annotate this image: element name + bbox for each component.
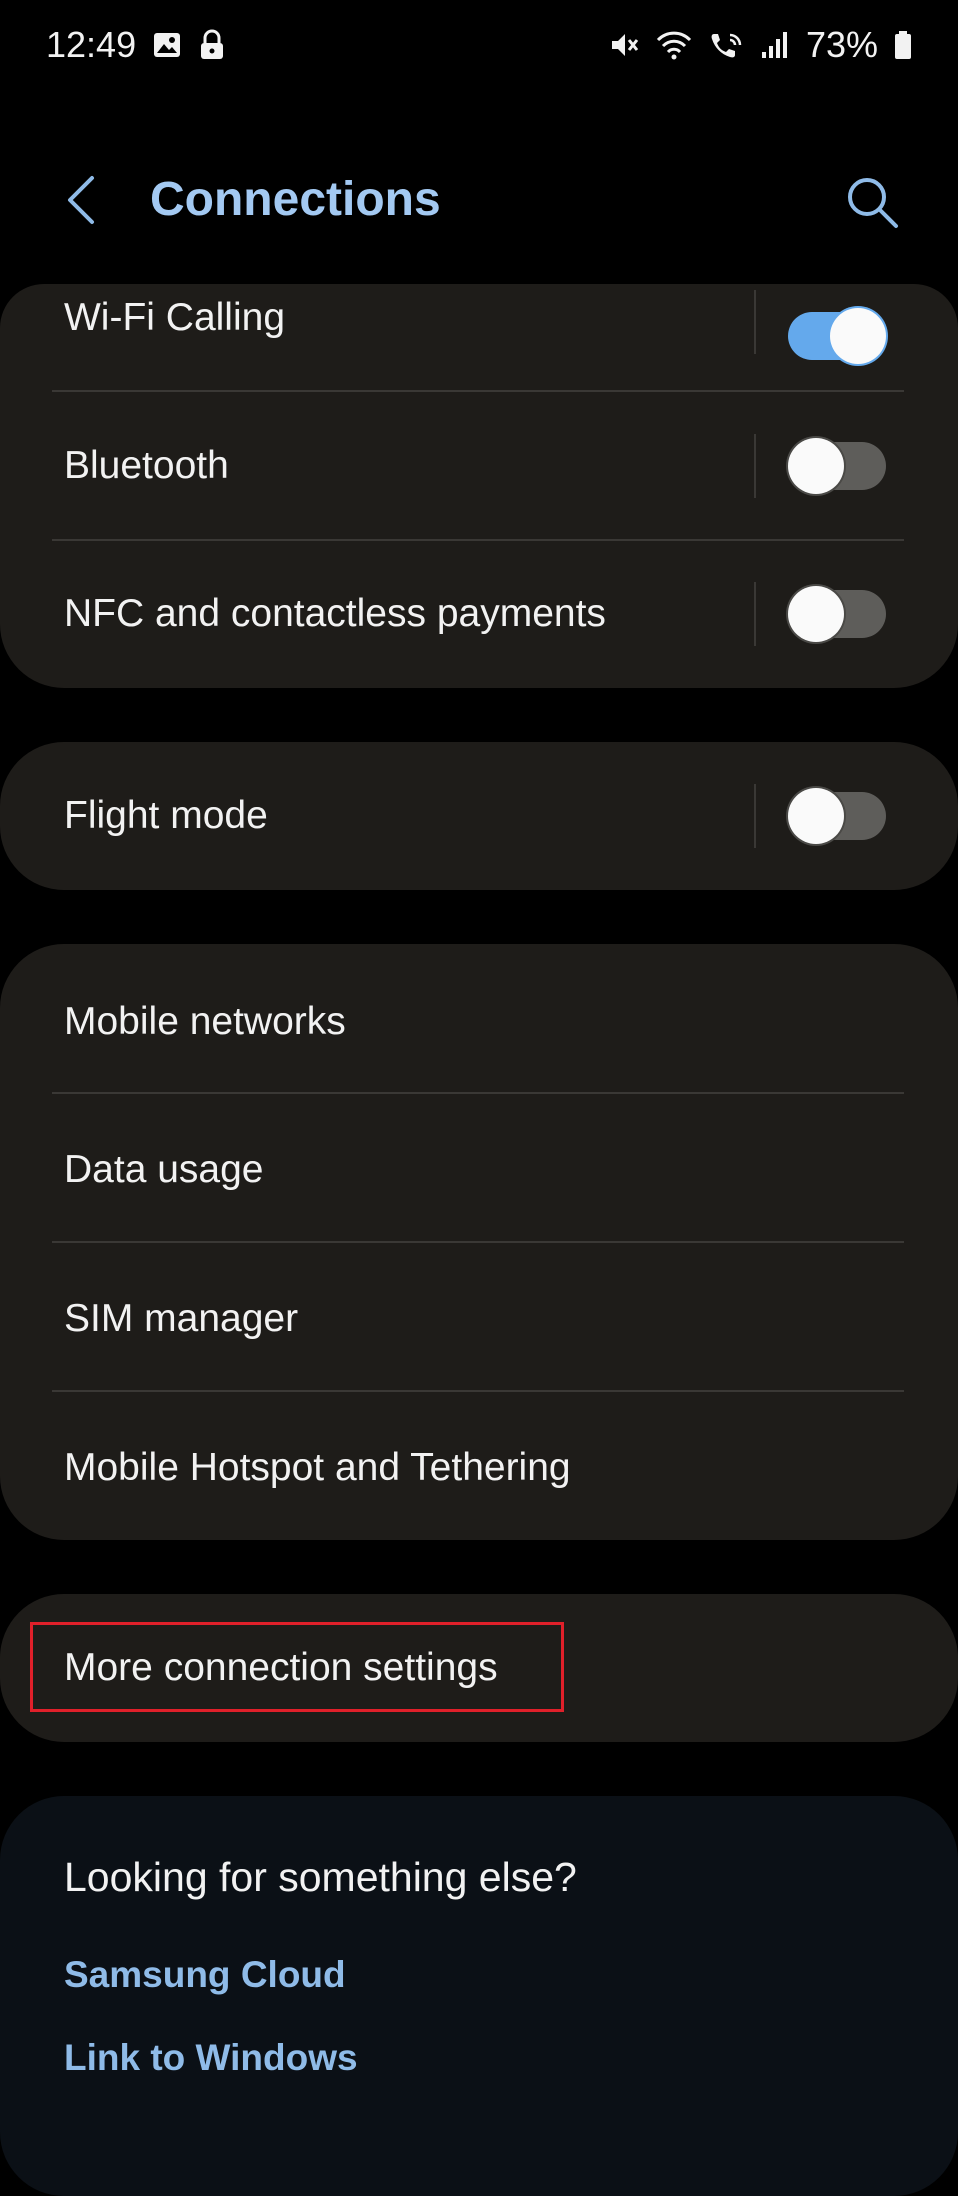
link-to-windows[interactable]: Link to Windows: [64, 2037, 358, 2079]
chevron-left-icon: [68, 176, 94, 224]
row-separator: [754, 784, 756, 848]
toggle-knob: [788, 788, 844, 844]
nfc-label: NFC and contactless payments: [64, 592, 606, 635]
flight-mode-label: Flight mode: [64, 794, 268, 837]
wifi-icon: [656, 29, 692, 61]
suggestions-card: Looking for something else? Samsung Clou…: [0, 1796, 958, 2196]
link-samsung-cloud[interactable]: Samsung Cloud: [64, 1954, 346, 1996]
page-title: Connections: [150, 173, 441, 226]
mute-icon: [608, 29, 640, 61]
flight-mode-card: Flight mode: [0, 742, 958, 890]
battery-icon: [894, 30, 912, 60]
wifi-calling-label: Wi-Fi Calling: [64, 296, 286, 339]
toggle-knob: [830, 308, 886, 364]
flight-mode-toggle[interactable]: [788, 788, 886, 844]
more-settings-card: More connection settings: [0, 1594, 958, 1742]
toggle-knob: [788, 586, 844, 642]
status-right: 73%: [608, 24, 912, 66]
network-settings-card: Mobile networks Data usage SIM manager M…: [0, 944, 958, 1540]
app-header: Connections: [0, 150, 958, 250]
wifi-calling-icon: [708, 29, 744, 61]
lock-icon: [198, 29, 226, 61]
row-separator: [754, 582, 756, 646]
list-item-flight-mode[interactable]: Flight mode: [0, 742, 958, 890]
list-item-bluetooth[interactable]: Bluetooth: [0, 392, 958, 540]
list-item-wifi-calling[interactable]: Wi-Fi Calling: [0, 284, 958, 392]
list-item-mobile-networks[interactable]: Mobile networks: [0, 944, 958, 1092]
suggestions-title: Looking for something else?: [64, 1854, 577, 1900]
bluetooth-label: Bluetooth: [64, 444, 229, 487]
search-icon: [848, 178, 898, 228]
list-item-sim-manager[interactable]: SIM manager: [0, 1242, 958, 1391]
toggle-knob: [788, 438, 844, 494]
list-item-data-usage[interactable]: Data usage: [0, 1093, 958, 1242]
wifi-calling-toggle[interactable]: [788, 308, 886, 364]
gallery-icon: [152, 30, 182, 60]
list-item-hotspot-tethering[interactable]: Mobile Hotspot and Tethering: [0, 1391, 958, 1540]
bluetooth-toggle[interactable]: [788, 438, 886, 494]
hotspot-tethering-label: Mobile Hotspot and Tethering: [64, 1446, 571, 1489]
nfc-toggle[interactable]: [788, 586, 886, 642]
status-bar: 12:49 73%: [0, 0, 958, 90]
toggle-settings-card: Wi-Fi Calling Bluetooth NFC and contactl…: [0, 284, 958, 688]
battery-percent: 73%: [805, 24, 878, 65]
status-left: 12:49: [46, 24, 226, 66]
data-usage-label: Data usage: [64, 1148, 264, 1191]
status-time: 12:49: [46, 24, 137, 65]
back-button[interactable]: [56, 172, 112, 228]
mobile-networks-label: Mobile networks: [64, 1000, 346, 1043]
row-separator: [754, 290, 756, 354]
row-separator: [754, 434, 756, 498]
list-item-nfc[interactable]: NFC and contactless payments: [0, 540, 958, 688]
signal-icon: [760, 30, 790, 60]
search-button[interactable]: [840, 170, 904, 234]
sim-manager-label: SIM manager: [64, 1297, 299, 1340]
highlight-box: [30, 1622, 564, 1712]
list-item-more-connection-settings[interactable]: More connection settings: [0, 1594, 958, 1742]
